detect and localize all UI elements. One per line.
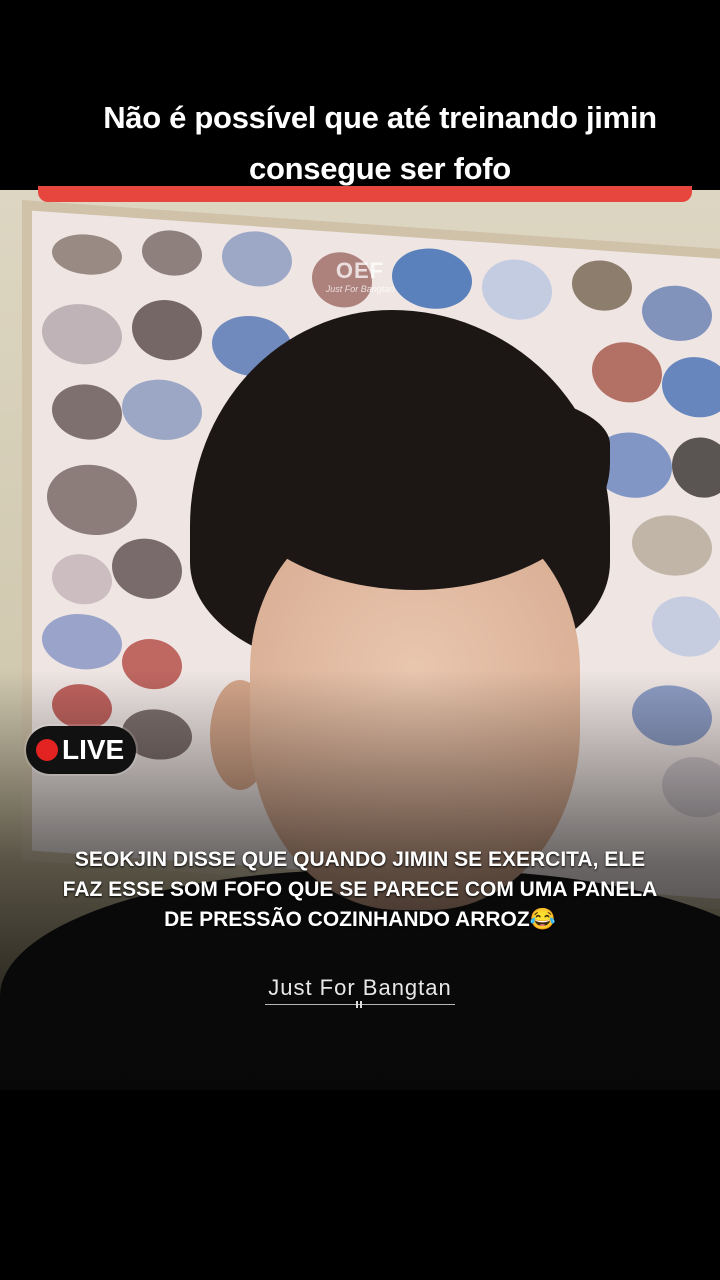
caption-accent-line [38,186,692,202]
subtitle-line-3: DE PRESSÃO COZINHANDO ARROZ😂 [164,908,556,931]
live-badge: LIVE [26,726,136,774]
bottom-letterbox [0,1090,720,1280]
channel-watermark-bottom: Just For Bangtan [268,975,452,1000]
subtitle-line-2: FAZ ESSE SOM FOFO QUE SE PARECE COM UMA … [62,878,658,901]
channel-watermark-top: OEF Just For Bangtan [312,258,408,294]
subtitle-line-1: SEOKJIN DISSE QUE QUANDO JIMIN SE EXERCI… [74,848,646,871]
video-caption: Não é possível que até treinando jimin c… [60,92,700,194]
live-dot-icon [36,739,58,761]
watermark-pause-icon [356,1001,362,1008]
watermark-logo: OEF [335,258,385,283]
video-subtitle: SEOKJIN DISSE QUE QUANDO JIMIN SE EXERCI… [40,845,680,935]
live-label: LIVE [62,734,125,765]
video-frame[interactable] [0,190,720,1090]
watermark-small-text: Just For Bangtan [325,284,395,294]
caption-line-1: Não é possível que até treinando jimin [103,100,657,135]
